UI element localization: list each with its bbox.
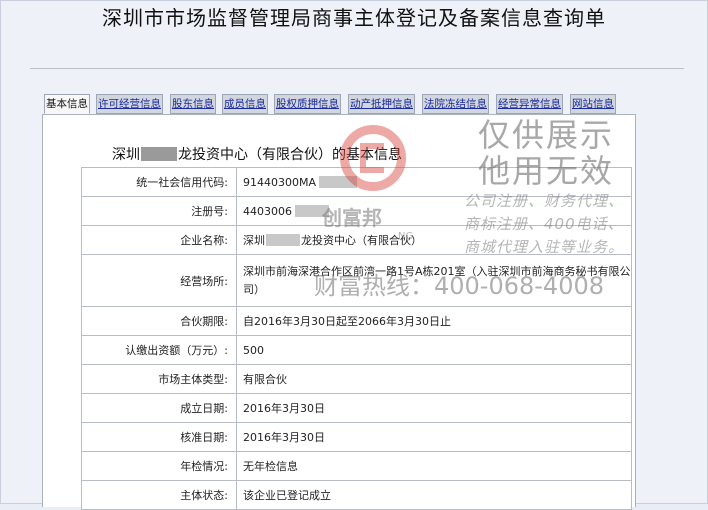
table-row: 市场主体类型: 有限合伙 bbox=[81, 364, 632, 394]
table-row: 核准日期: 2016年3月30日 bbox=[81, 422, 632, 452]
table-row: 经营场所: 深圳市前海深港合作区前湾一路1号A栋201室（入驻深圳市前海商务秘书… bbox=[81, 254, 632, 307]
row-label: 注册号: bbox=[81, 196, 237, 226]
row-label: 主体状态: bbox=[81, 480, 237, 510]
row-label: 核准日期: bbox=[81, 422, 237, 452]
row-value: 深圳市前海深港合作区前湾一路1号A栋201室（入驻深圳市前海商务秘书有限公司） bbox=[236, 254, 632, 307]
row-value: 深圳 龙投资中心（有限合伙） bbox=[236, 225, 632, 255]
row-value: 91440300MA bbox=[236, 167, 632, 197]
table-row: 成立日期: 2016年3月30日 bbox=[81, 393, 632, 423]
company-name-prefix: 深圳 bbox=[243, 234, 265, 247]
table-row: 主体状态: 该企业已登记成立 bbox=[81, 480, 632, 510]
row-label: 经营场所: bbox=[81, 254, 237, 307]
row-value: 4403006 bbox=[236, 196, 632, 226]
tab-court-freeze-info[interactable]: 法院冻结信息 bbox=[422, 94, 489, 114]
row-value: 该企业已登记成立 bbox=[236, 480, 632, 510]
reg-number-value: 4403006 bbox=[243, 204, 292, 218]
redaction-block bbox=[141, 147, 177, 161]
tab-equity-pledge-info[interactable]: 股权质押信息 bbox=[274, 94, 341, 114]
row-value: 2016年3月30日 bbox=[236, 393, 632, 423]
table-row: 企业名称: 深圳 龙投资中心（有限合伙） bbox=[81, 225, 632, 255]
tab-license-info[interactable]: 许可经营信息 bbox=[96, 94, 163, 114]
row-label: 合伙期限: bbox=[81, 306, 237, 336]
tab-website-info[interactable]: 网站信息 bbox=[570, 94, 616, 114]
table-row: 认缴出资额（万元）: 500 bbox=[81, 335, 632, 365]
title-divider bbox=[30, 68, 684, 69]
row-label: 成立日期: bbox=[81, 393, 237, 423]
row-value: 有限合伙 bbox=[236, 364, 632, 394]
row-value: 500 bbox=[236, 335, 632, 365]
redaction-block bbox=[266, 234, 300, 246]
table-row: 注册号: 4403006 bbox=[81, 196, 632, 226]
table-row: 年检情况: 无年检信息 bbox=[81, 451, 632, 481]
company-name-suffix: 龙投资中心（有限合伙） bbox=[301, 234, 422, 247]
redaction-block bbox=[295, 204, 329, 217]
row-label: 年检情况: bbox=[81, 451, 237, 481]
section-heading-prefix: 深圳 bbox=[112, 147, 140, 163]
tab-shareholder-info[interactable]: 股东信息 bbox=[170, 94, 216, 114]
row-value: 自2016年3月30日起至2066年3月30日止 bbox=[236, 306, 632, 336]
row-value: 2016年3月30日 bbox=[236, 422, 632, 452]
row-label: 统一社会信用代码: bbox=[81, 167, 237, 197]
basic-info-table: 统一社会信用代码: 91440300MA 注册号: 4403006 企业名称: … bbox=[81, 167, 632, 510]
tab-chattel-mortgage-info[interactable]: 动产抵押信息 bbox=[348, 94, 415, 114]
tab-member-info[interactable]: 成员信息 bbox=[222, 94, 268, 114]
row-label: 企业名称: bbox=[81, 225, 237, 255]
credit-code-value: 91440300MA bbox=[243, 175, 317, 189]
table-row: 合伙期限: 自2016年3月30日起至2066年3月30日止 bbox=[81, 306, 632, 336]
row-value: 无年检信息 bbox=[236, 451, 632, 481]
page-title: 深圳市市场监督管理局商事主体登记及备案信息查询单 bbox=[102, 6, 606, 30]
row-label: 市场主体类型: bbox=[81, 364, 237, 394]
brand-logo-mark bbox=[360, 143, 384, 173]
row-label: 认缴出资额（万元）: bbox=[81, 335, 237, 365]
tab-abnormal-operation-info[interactable]: 经营异常信息 bbox=[496, 94, 563, 114]
tab-basic-info[interactable]: 基本信息 bbox=[44, 94, 90, 114]
